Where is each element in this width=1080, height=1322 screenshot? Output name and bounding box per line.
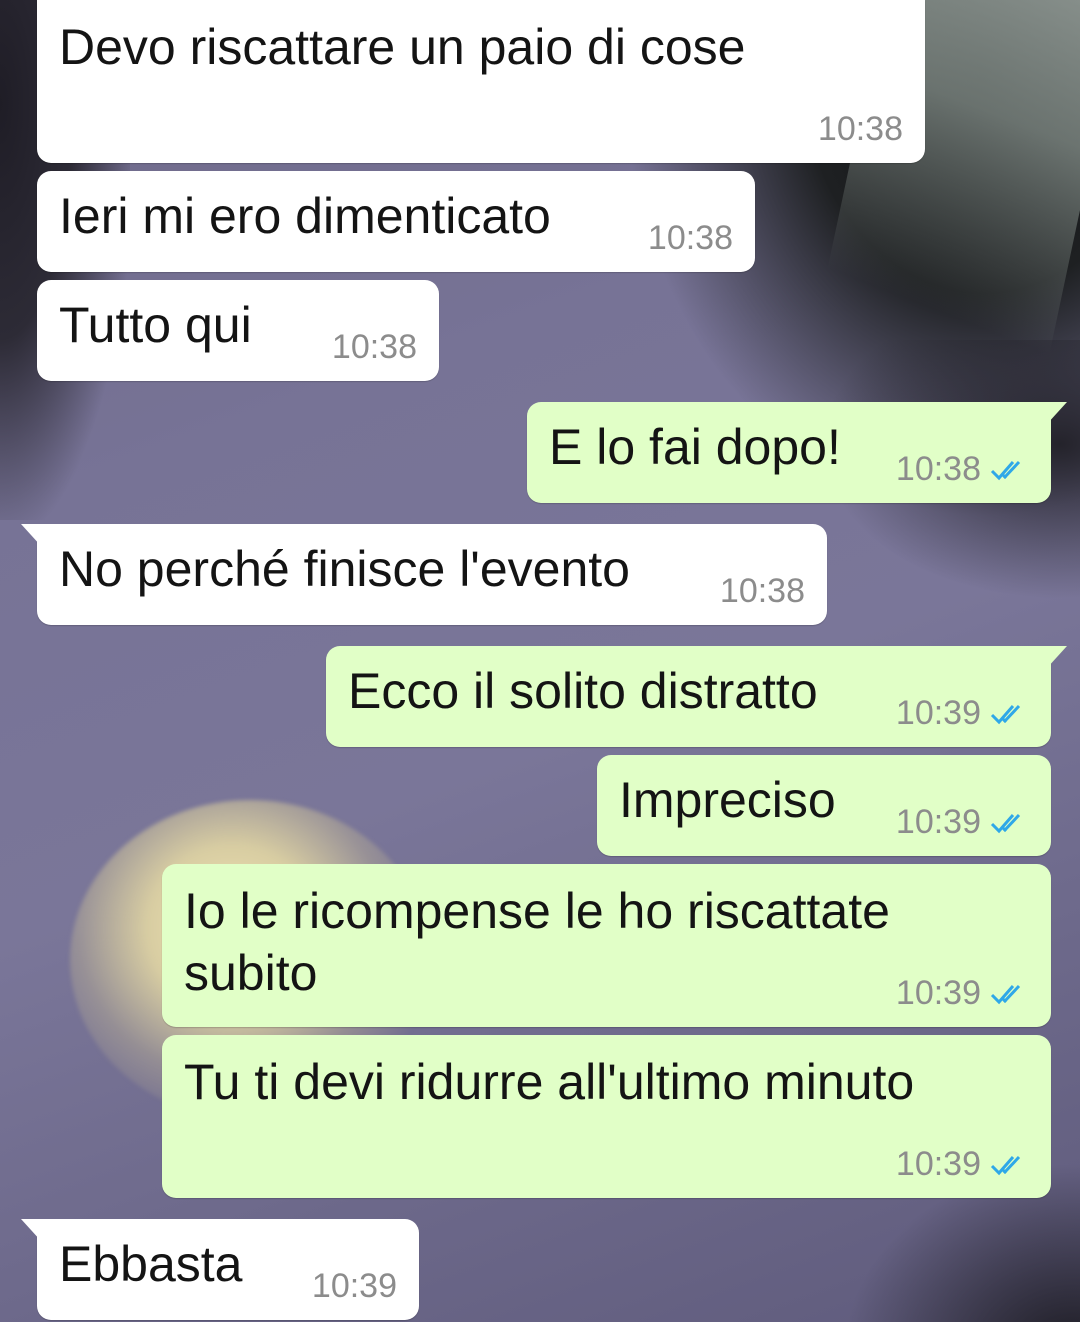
message-bubble-outgoing[interactable]: Io le ricompense le ho riscattate subito… [162, 864, 1051, 1027]
message-text: Ieri mi ero dimenticato [59, 188, 551, 244]
message-time: 10:39 [311, 1267, 397, 1305]
message-meta: 10:39 [312, 1267, 397, 1306]
message-bubble-incoming[interactable]: Ieri mi ero dimenticato 10:38 [37, 171, 755, 272]
double-check-read-icon [990, 813, 1021, 833]
message-time: 10:38 [647, 219, 733, 257]
message-meta: 10:38 [720, 572, 805, 611]
message-meta: 10:39 [896, 694, 1029, 733]
message-bubble-outgoing[interactable]: Tu ti devi ridurre all'ultimo minuto 10:… [162, 1035, 1051, 1198]
message-time: 10:39 [895, 974, 981, 1012]
message-time: 10:39 [895, 1145, 981, 1183]
message-meta: 10:38 [896, 450, 1029, 489]
message-bubble-outgoing[interactable]: Ecco il solito distratto 10:39 [326, 646, 1067, 747]
message-time: 10:39 [895, 694, 981, 732]
message-meta: 10:38 [332, 328, 417, 367]
message-meta: 10:39 [896, 974, 1029, 1013]
message-text: Ebbasta [59, 1236, 243, 1292]
message-bubble-outgoing[interactable]: Impreciso 10:39 [597, 755, 1051, 856]
message-time: 10:38 [331, 328, 417, 366]
message-time: 10:38 [817, 110, 903, 148]
message-time: 10:38 [895, 450, 981, 488]
double-check-read-icon [990, 460, 1021, 480]
message-text: Ecco il solito distratto [348, 663, 818, 719]
message-bubble-incoming[interactable]: Devo riscattare un paio di cose 10:38 [37, 0, 925, 163]
double-check-read-icon [990, 984, 1021, 1004]
message-text: E lo fai dopo! [549, 419, 841, 475]
double-check-read-icon [990, 1155, 1021, 1175]
double-check-read-icon [990, 704, 1021, 724]
message-meta: 10:39 [896, 1145, 1029, 1184]
message-text: Tutto qui [59, 297, 252, 353]
message-text: Tu ti devi ridurre all'ultimo minuto [184, 1054, 915, 1110]
message-time: 10:39 [895, 803, 981, 841]
message-meta: 10:38 [818, 110, 903, 149]
message-time: 10:38 [719, 572, 805, 610]
message-text: Io le ricompense le ho riscattate subito [184, 883, 890, 1001]
message-bubble-outgoing[interactable]: E lo fai dopo! 10:38 [527, 402, 1067, 503]
message-bubble-incoming[interactable]: No perché finisce l'evento 10:38 [21, 524, 827, 625]
message-meta: 10:38 [648, 219, 733, 258]
message-text: Devo riscattare un paio di cose [59, 19, 746, 75]
message-text: No perché finisce l'evento [59, 541, 630, 597]
message-bubble-incoming[interactable]: Ebbasta 10:39 [21, 1219, 419, 1320]
message-text: Impreciso [619, 772, 836, 828]
message-meta: 10:39 [896, 803, 1029, 842]
message-bubble-incoming[interactable]: Tutto qui 10:38 [37, 280, 439, 381]
